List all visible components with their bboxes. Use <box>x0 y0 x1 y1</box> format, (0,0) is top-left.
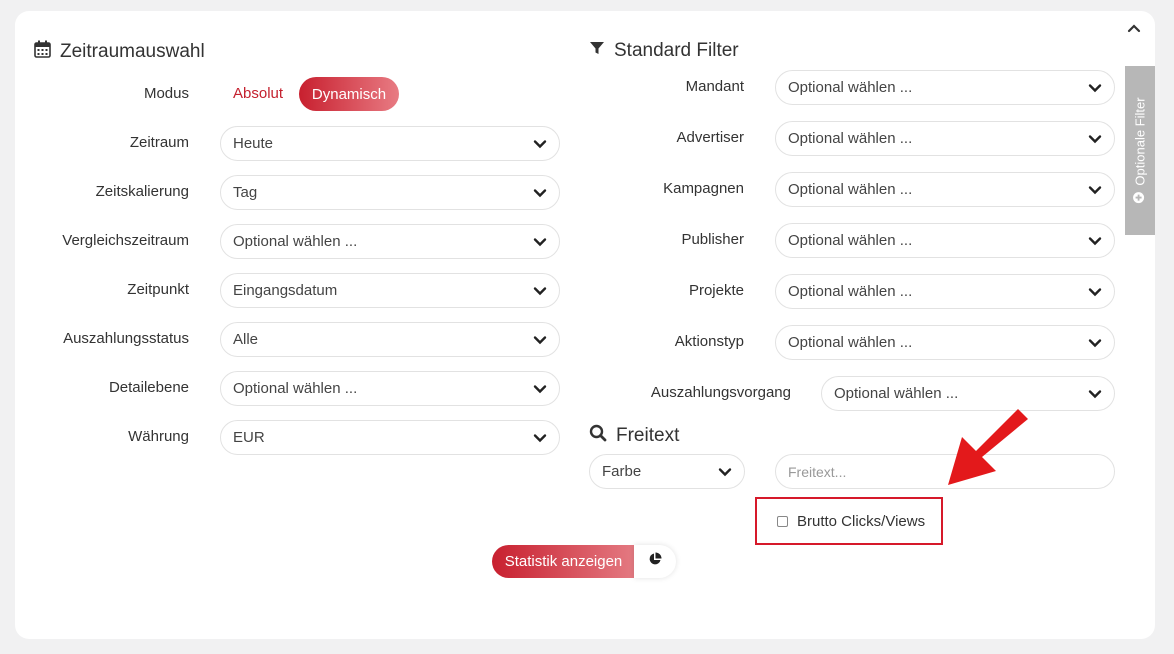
field-select[interactable]: Optional wählen ... <box>775 172 1115 207</box>
select-value: Optional wählen ... <box>788 79 913 96</box>
field-select[interactable]: Optional wählen ... <box>220 371 560 406</box>
show-statistics-button[interactable]: Statistik anzeigen <box>492 545 635 578</box>
field-select[interactable]: Optional wählen ... <box>775 325 1115 360</box>
select-value: Optional wählen ... <box>788 283 913 300</box>
field-label: Publisher <box>681 231 744 248</box>
field-label: Zeitskalierung <box>95 183 189 200</box>
chevron-down-icon <box>533 186 547 200</box>
section-title-zeitraum: Zeitraumauswahl <box>34 40 205 64</box>
field-select[interactable]: Tag <box>220 175 560 210</box>
field-select[interactable]: Alle <box>220 322 560 357</box>
field-label: Mandant <box>685 78 744 95</box>
field-select[interactable]: Optional wählen ... <box>775 223 1115 258</box>
chevron-down-icon <box>1088 183 1102 197</box>
chevron-down-icon <box>1088 285 1102 299</box>
chevron-down-icon <box>533 137 547 151</box>
brutto-checkbox[interactable] <box>777 515 788 527</box>
chevron-down-icon <box>1088 132 1102 146</box>
select-value: Optional wählen ... <box>788 130 913 147</box>
field-select[interactable]: EUR <box>220 420 560 455</box>
chart-type-button[interactable] <box>634 545 676 578</box>
field-label: Auszahlungsstatus <box>63 330 189 347</box>
chevron-down-icon <box>533 382 547 396</box>
field-select[interactable]: Heute <box>220 126 560 161</box>
chevron-down-icon <box>533 333 547 347</box>
select-value: Optional wählen ... <box>788 334 913 351</box>
select-value: Optional wählen ... <box>834 385 959 402</box>
field-label: Auszahlungsvorgang <box>650 384 791 401</box>
select-value: Alle <box>233 331 259 348</box>
filter-icon <box>589 40 605 62</box>
select-value: Farbe <box>602 463 642 480</box>
optional-filter-tab[interactable]: Optionale Filter <box>1125 66 1155 235</box>
select-value: Optional wählen ... <box>233 380 358 397</box>
plus-circle-icon <box>1133 192 1148 204</box>
section-title-freitext: Freitext <box>589 424 679 448</box>
section-title-text: Freitext <box>616 425 680 446</box>
field-label: Zeitraum <box>129 134 189 151</box>
field-label: Vergleichszeitraum <box>62 232 189 249</box>
select-value: EUR <box>233 429 265 446</box>
field-select[interactable]: Optional wählen ... <box>775 121 1115 156</box>
chevron-down-icon <box>1088 336 1102 350</box>
modus-label: Modus <box>143 85 189 102</box>
brutto-checkbox-container[interactable]: Brutto Clicks/Views <box>755 497 943 545</box>
search-icon <box>589 424 607 448</box>
mode-dynamisch-button[interactable]: Dynamisch <box>299 77 399 111</box>
chevron-down-icon <box>1088 81 1102 95</box>
chevron-down-icon <box>1088 234 1102 248</box>
select-value: Eingangsdatum <box>233 282 338 299</box>
calendar-icon <box>34 40 51 64</box>
mode-absolut-button[interactable]: Absolut <box>233 85 283 102</box>
section-title-filter: Standard Filter <box>589 40 739 62</box>
field-select[interactable]: Optional wählen ... <box>775 274 1115 309</box>
chevron-down-icon <box>533 235 547 249</box>
optional-filter-label: Optionale Filter <box>1132 97 1148 186</box>
section-title-text: Standard Filter <box>614 40 739 61</box>
field-select[interactable]: Optional wählen ... <box>775 70 1115 105</box>
select-value: Optional wählen ... <box>788 181 913 198</box>
select-value: Tag <box>233 184 258 201</box>
brutto-checkbox-label: Brutto Clicks/Views <box>797 512 926 530</box>
arrow-annotation-icon <box>940 405 1035 490</box>
field-label: Advertiser <box>676 129 744 146</box>
field-label: Zeitpunkt <box>127 281 189 298</box>
chevron-down-icon <box>1088 387 1102 401</box>
chevron-down-icon <box>533 431 547 445</box>
select-value: Optional wählen ... <box>788 232 913 249</box>
chevron-up-icon[interactable] <box>1127 21 1141 35</box>
field-label: Projekte <box>688 282 744 299</box>
select-value: Optional wählen ... <box>233 233 358 250</box>
field-select[interactable]: Optional wählen ... <box>220 224 560 259</box>
chevron-down-icon <box>533 284 547 298</box>
section-title-text: Zeitraumauswahl <box>60 41 205 62</box>
field-label: Währung <box>128 428 189 445</box>
field-select[interactable]: Eingangsdatum <box>220 273 560 308</box>
select-value: Heute <box>233 135 274 152</box>
freetext-field-select[interactable]: Farbe <box>589 454 745 489</box>
field-label: Kampagnen <box>663 180 744 197</box>
chevron-down-icon <box>718 465 732 479</box>
pie-chart-icon <box>648 552 662 571</box>
field-label: Aktionstyp <box>674 333 744 350</box>
field-label: Detailebene <box>108 379 189 396</box>
